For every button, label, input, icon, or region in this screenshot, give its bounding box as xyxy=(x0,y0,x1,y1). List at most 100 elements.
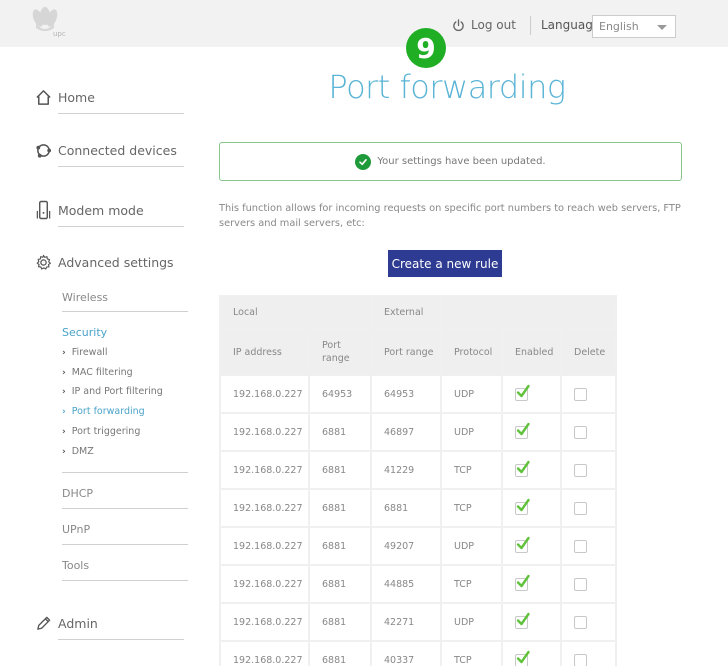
divider xyxy=(62,544,188,545)
create-new-rule-button[interactable]: Create a new rule xyxy=(388,250,502,277)
delete-checkbox[interactable] xyxy=(574,539,587,553)
group-header-local: Local xyxy=(219,295,372,330)
cell-local-port: 6881 xyxy=(308,526,372,566)
table-row: 192.168.0.227 6881 49207 UDP xyxy=(219,526,617,566)
table-body: 192.168.0.227 64953 64953 UDP 192.168.0.227 6… xyxy=(219,374,617,666)
delete-checkbox[interactable] xyxy=(574,425,587,439)
cell-protocol: UDP xyxy=(440,602,503,642)
sidebar-item-advanced-settings[interactable]: Advanced settings xyxy=(35,254,174,271)
enabled-checkbox[interactable] xyxy=(515,612,530,629)
delete-checkbox[interactable] xyxy=(574,501,587,515)
sidebar-item-home[interactable]: Home xyxy=(35,89,184,114)
checkmark-icon xyxy=(516,612,530,625)
enabled-checkbox[interactable] xyxy=(515,574,530,591)
cell-local-port: 6881 xyxy=(308,564,372,604)
divider xyxy=(62,311,188,312)
sidebar-sub-dhcp[interactable]: DHCP xyxy=(62,487,93,500)
sidebar-item-label: DMZ xyxy=(71,446,94,457)
cell-enabled xyxy=(501,526,562,566)
logo-text: upc xyxy=(53,30,66,38)
delete-checkbox[interactable] xyxy=(574,653,587,666)
cell-local-port: 6881 xyxy=(308,602,372,642)
cell-local-port: 6881 xyxy=(308,488,372,528)
cell-ip-address: 192.168.0.227 xyxy=(219,450,310,490)
divider xyxy=(58,639,184,640)
logout-button[interactable]: Log out xyxy=(452,18,516,32)
cell-local-port: 6881 xyxy=(308,640,372,666)
checkmark-icon xyxy=(516,498,530,511)
checkmark-icon xyxy=(516,460,530,473)
enabled-checkbox[interactable] xyxy=(515,384,530,401)
power-icon xyxy=(453,18,464,31)
enabled-checkbox[interactable] xyxy=(515,460,530,477)
sidebar-item-modem-mode[interactable]: Modem mode xyxy=(35,200,184,227)
cell-protocol: TCP xyxy=(440,450,503,490)
chevron-right-icon: › xyxy=(62,347,66,358)
divider xyxy=(62,472,188,473)
cell-delete xyxy=(560,526,617,566)
cell-external-port: 40337 xyxy=(370,640,442,666)
sidebar-item-port-triggering[interactable]: › Port triggering xyxy=(62,426,140,437)
sidebar-item-label: IP and Port filtering xyxy=(71,386,163,397)
checkmark-icon xyxy=(516,574,530,587)
enabled-checkbox[interactable] xyxy=(515,498,530,515)
sidebar-item-port-forwarding[interactable]: › Port forwarding xyxy=(62,406,145,417)
enabled-checkbox[interactable] xyxy=(515,422,530,439)
cell-ip-address: 192.168.0.227 xyxy=(219,526,310,566)
delete-checkbox[interactable] xyxy=(574,463,587,477)
sidebar-item-mac-filtering[interactable]: › MAC filtering xyxy=(62,367,133,378)
description-text: This function allows for incoming reques… xyxy=(219,203,681,229)
enabled-checkbox[interactable] xyxy=(515,536,530,553)
chevron-right-icon: › xyxy=(62,367,66,378)
port-forwarding-table: Local External IP address Port range Por… xyxy=(219,295,617,666)
divider xyxy=(58,226,184,227)
column-header-external-port: Port range xyxy=(370,328,442,376)
chevron-right-icon: › xyxy=(62,406,66,417)
cell-ip-address: 192.168.0.227 xyxy=(219,640,310,666)
sidebar-item-firewall[interactable]: › Firewall xyxy=(62,347,108,358)
divider xyxy=(58,113,184,114)
pencil-icon xyxy=(37,616,51,630)
upc-logo[interactable]: upc xyxy=(30,4,74,42)
step-number-badge: 9 xyxy=(406,28,446,68)
success-alert: Your settings have been updated. xyxy=(219,142,682,181)
cell-external-port: 42271 xyxy=(370,602,442,642)
home-icon xyxy=(36,90,51,105)
cell-protocol: TCP xyxy=(440,564,503,604)
sidebar-item-ip-port-filtering[interactable]: › IP and Port filtering xyxy=(62,386,163,397)
sidebar-item-admin[interactable]: Admin xyxy=(35,615,184,640)
group-header-empty xyxy=(440,295,617,330)
sidebar-sub-wireless[interactable]: Wireless xyxy=(62,291,108,304)
sidebar-item-label: Connected devices xyxy=(58,143,177,158)
table-row: 192.168.0.227 6881 42271 UDP xyxy=(219,602,617,642)
language-select[interactable]: English xyxy=(592,15,676,38)
cell-local-port: 64953 xyxy=(308,374,372,414)
cell-ip-address: 192.168.0.227 xyxy=(219,374,310,414)
cell-protocol: UDP xyxy=(440,526,503,566)
delete-checkbox[interactable] xyxy=(574,387,587,401)
delete-checkbox[interactable] xyxy=(574,577,587,591)
sidebar-item-dmz[interactable]: › DMZ xyxy=(62,446,94,457)
cell-external-port: 41229 xyxy=(370,450,442,490)
checkmark-icon xyxy=(516,422,530,435)
sidebar-item-label: Admin xyxy=(58,616,98,631)
column-header-local-port: Port range xyxy=(308,328,372,376)
column-header-enabled: Enabled xyxy=(501,328,562,376)
sidebar-sub-security[interactable]: Security xyxy=(62,326,107,339)
sidebar-sub-tools[interactable]: Tools xyxy=(62,559,89,572)
enabled-checkbox[interactable] xyxy=(515,650,530,666)
delete-checkbox[interactable] xyxy=(574,615,587,629)
sidebar-item-label: Firewall xyxy=(71,347,108,358)
check-circle-icon xyxy=(355,153,372,170)
cell-local-port: 6881 xyxy=(308,450,372,490)
sidebar-item-connected-devices[interactable]: Connected devices xyxy=(35,142,184,167)
sidebar-item-label: Home xyxy=(58,90,95,105)
cell-external-port: 64953 xyxy=(370,374,442,414)
sidebar-item-label: Port triggering xyxy=(71,426,141,437)
cell-protocol: TCP xyxy=(440,640,503,666)
cell-delete xyxy=(560,374,617,414)
checkmark-icon xyxy=(516,536,530,549)
sidebar-sub-upnp[interactable]: UPnP xyxy=(62,523,90,536)
table-row: 192.168.0.227 6881 40337 TCP xyxy=(219,640,617,666)
cell-external-port: 6881 xyxy=(370,488,442,528)
